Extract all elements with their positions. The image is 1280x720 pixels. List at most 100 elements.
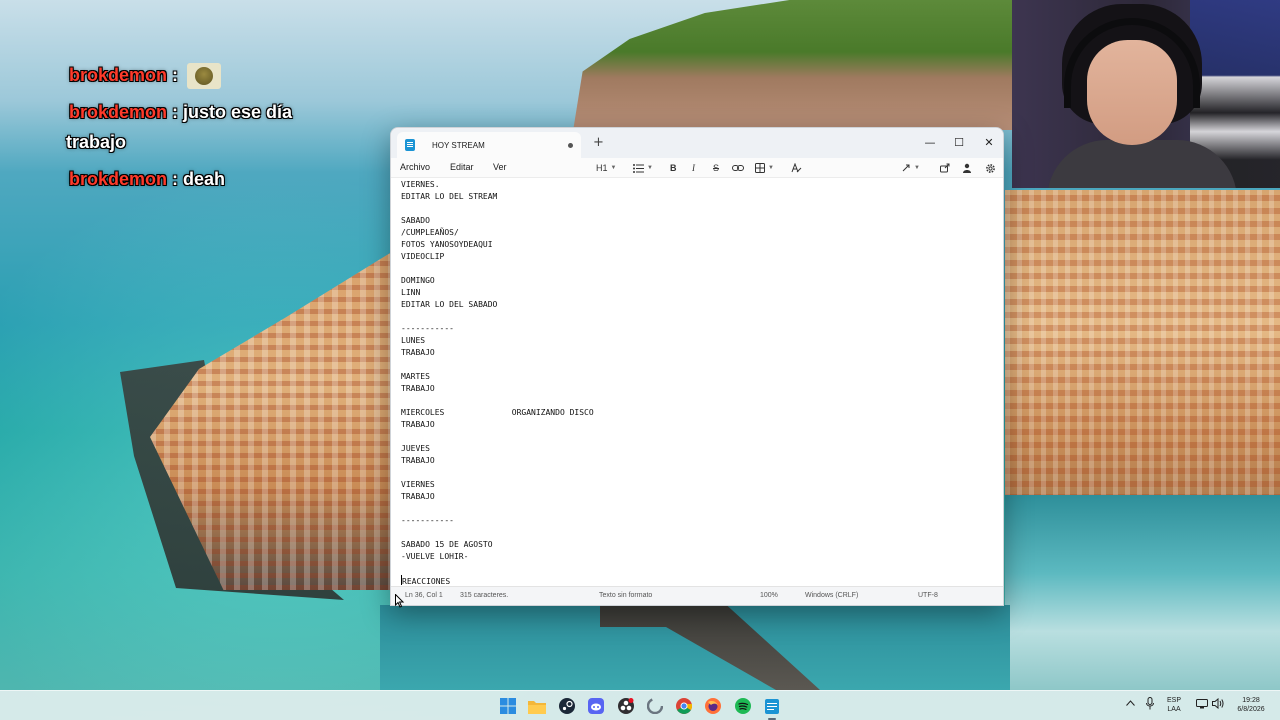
minimize-button[interactable]: — [915,130,945,154]
discord-icon[interactable] [586,696,606,716]
tab-title: HOY STREAM [432,140,485,150]
editor-line[interactable]: -VUELVE LOHIR- [401,551,1003,563]
editor-line[interactable] [401,563,1003,575]
share-button[interactable] [940,161,950,175]
chat-text: trabajo [66,132,127,152]
editor-line[interactable] [401,311,1003,323]
editor-line[interactable]: MARTES [401,371,1003,383]
input-language[interactable]: ESP LAA [1167,696,1181,714]
chrome-icon[interactable] [674,696,694,716]
editor-line[interactable]: TRABAJO [401,419,1003,431]
heading-dropdown[interactable]: H1 ▼ [596,161,616,175]
new-tab-button[interactable]: + [593,135,604,151]
line-ending[interactable]: Windows (CRLF) [805,592,858,599]
format-indicator[interactable]: Texto sin formato [599,592,652,599]
editor-line[interactable]: SABADO [401,215,1003,227]
editor-line[interactable] [401,263,1003,275]
chat-message: brokdemon : [66,60,356,90]
editor-line[interactable]: /CUMPLEAÑOS/ [401,227,1003,239]
firefox-icon[interactable] [703,696,723,716]
obs-icon[interactable] [616,696,636,716]
edge-icon[interactable] [645,696,665,716]
editor-line[interactable] [401,431,1003,443]
editor-line[interactable]: TRABAJO [401,455,1003,467]
unsaved-dot-icon[interactable] [568,142,573,148]
close-button[interactable]: ✕ [974,130,1003,154]
editor-line[interactable] [401,527,1003,539]
copilot-dropdown[interactable]: ▼ [901,161,920,175]
chat-text: justo ese día [183,102,293,122]
status-bar: Ln 36, Col 1 315 caracteres. Texto sin f… [391,586,1003,605]
wallpaper-town-right [1005,190,1280,500]
editor-line[interactable] [401,467,1003,479]
chat-separator: : [167,65,184,85]
wallpaper-rocks [120,360,344,600]
chat-username: brokdemon [69,65,168,85]
editor-line[interactable]: LINN [401,287,1003,299]
menu-editar[interactable]: Editar [450,162,474,172]
bold-button[interactable]: B [670,161,677,175]
menu-ver[interactable]: Ver [493,162,507,172]
editor-line[interactable]: SABADO 15 DE AGOSTO [401,539,1003,551]
editor-line[interactable] [401,203,1003,215]
keyboard-layout: LAA [1167,706,1181,713]
editor-line[interactable]: EDITAR LO DEL STREAM [401,191,1003,203]
chevron-down-icon: ▼ [610,165,617,171]
volume-icon[interactable] [1212,697,1224,711]
chat-message: brokdemon : deah [66,164,356,194]
editor-line[interactable] [401,503,1003,515]
editor-line[interactable]: ----------- [401,323,1003,335]
text-editor[interactable]: VIERNES. EDITAR LO DEL STREAM SABADO/CUMPL… [391,178,1003,588]
encoding[interactable]: UTF-8 [918,592,938,599]
link-button[interactable] [732,161,744,175]
editor-line[interactable]: JUEVES [401,443,1003,455]
windows-start-icon[interactable] [498,696,518,716]
chevron-down-icon: ▼ [914,165,920,171]
text-caret [401,575,402,585]
clear-formatting-button[interactable] [791,161,802,175]
editor-line[interactable]: LUNES [401,335,1003,347]
menu-archivo[interactable]: Archivo [400,162,430,172]
editor-line[interactable]: FOTOS YANOSOYDEAQUI [401,239,1003,251]
notepad-taskbar-icon[interactable] [762,696,782,720]
settings-button[interactable] [985,161,996,175]
editor-line[interactable]: EDITAR LO DEL SABADO [401,299,1003,311]
steam-icon[interactable] [557,696,577,716]
tab-hoy-stream[interactable]: HOY STREAM [397,132,581,158]
editor-line[interactable]: TRABAJO [401,491,1003,503]
chat-message: brokdemon : justo ese día [66,97,356,127]
chat-username: brokdemon [69,169,168,189]
zoom-level[interactable]: 100% [760,592,778,599]
network-icon[interactable] [1196,699,1208,711]
table-dropdown[interactable]: ▼ [755,161,774,175]
microphone-icon[interactable] [1146,697,1154,712]
strikethrough-button[interactable]: S [713,161,719,175]
clock-date: 6/8/2026 [1237,706,1265,713]
editor-line[interactable]: VIERNES. [401,179,1003,191]
taskbar: ESP LAA 19:28 6/8/2026 [0,690,1280,720]
editor-line[interactable]: MIERCOLES ORGANIZANDO DISCO [401,407,1003,419]
notepad-window[interactable]: HOY STREAM + — ☐ ✕ Archivo Editar Ver H1… [390,127,1004,606]
chevron-up-icon[interactable] [1126,699,1135,708]
italic-button[interactable]: I [692,161,695,175]
editor-line[interactable]: VIERNES [401,479,1003,491]
menu-bar: Archivo Editar Ver H1 ▼ ▼ B I S ▼ ▼ [391,158,1003,178]
editor-line[interactable] [401,359,1003,371]
editor-line[interactable]: ----------- [401,515,1003,527]
wallpaper-sea-right [1005,495,1280,690]
editor-line[interactable]: TRABAJO [401,383,1003,395]
title-bar[interactable]: HOY STREAM + — ☐ ✕ [391,128,1003,158]
editor-line[interactable] [401,395,1003,407]
maximize-button[interactable]: ☐ [944,130,974,154]
editor-line[interactable]: VIDEOCLIP [401,251,1003,263]
clock[interactable]: 19:28 6/8/2026 [1232,696,1270,714]
chat-separator: : [167,169,184,189]
list-dropdown[interactable]: ▼ [633,161,653,175]
share-icon [940,163,950,173]
language-code: ESP [1167,697,1182,704]
spotify-icon[interactable] [733,696,753,716]
account-button[interactable] [962,161,972,175]
editor-line[interactable]: DOMINGO [401,275,1003,287]
file-explorer-icon[interactable] [527,696,547,716]
editor-line[interactable]: TRABAJO [401,347,1003,359]
